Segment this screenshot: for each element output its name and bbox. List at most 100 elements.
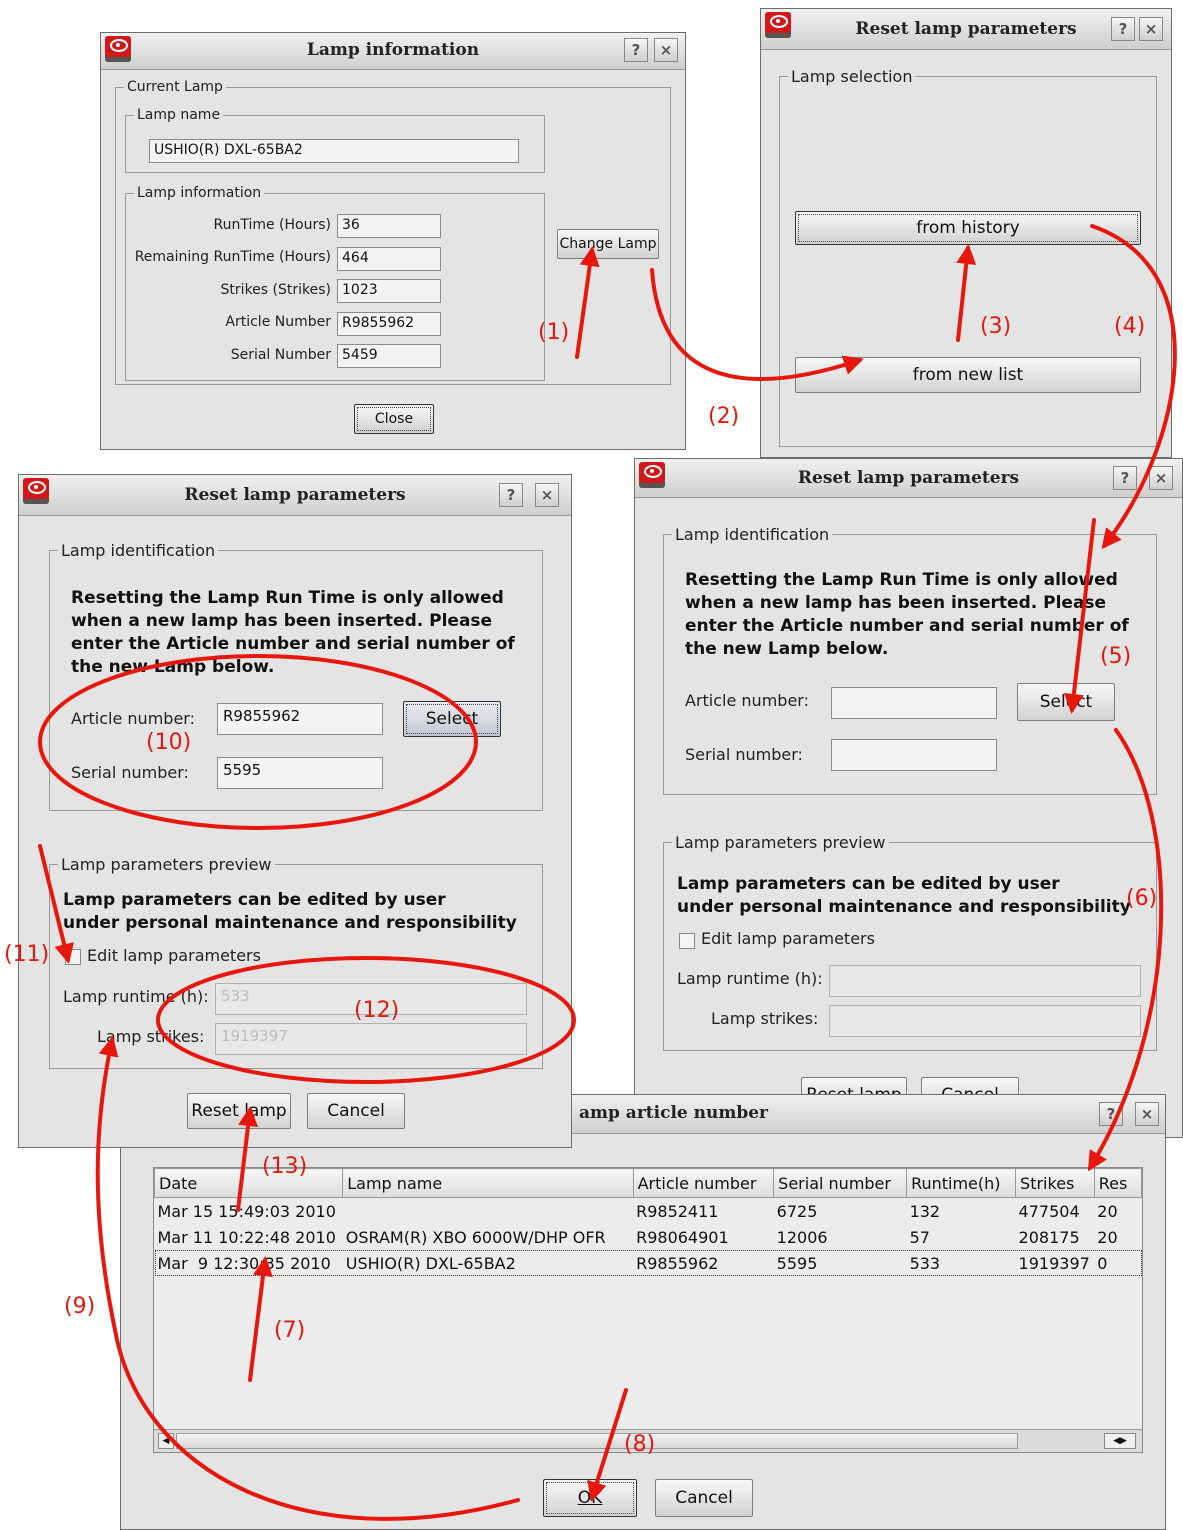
- lamp-selection-titlebar[interactable]: Reset lamp parameters ? ×: [761, 9, 1171, 50]
- scroll-arrows-icon[interactable]: ◀▶: [1104, 1433, 1136, 1449]
- reset-lamp-button[interactable]: Reset lamp: [187, 1093, 291, 1129]
- strikes-field[interactable]: 1023: [337, 279, 441, 303]
- lamp-information-titlebar[interactable]: Lamp information ? ×: [101, 33, 685, 70]
- dialog-title: amp article number: [579, 1103, 769, 1123]
- annotation-8: (8): [624, 1432, 656, 1457]
- lamp-name-field[interactable]: USHIO(R) DXL-65BA2: [149, 139, 519, 163]
- ok-button[interactable]: OK: [543, 1479, 637, 1517]
- edit-lamp-parameters-checkbox[interactable]: [65, 949, 81, 965]
- reset-right-titlebar[interactable]: Reset lamp parameters ? ×: [635, 459, 1182, 498]
- lamp-runtime-label: Lamp runtime (h):: [677, 969, 823, 988]
- annotation-2: (2): [708, 404, 740, 429]
- table-row[interactable]: Mar 11 10:22:48 2010 OSRAM(R) XBO 6000W/…: [155, 1224, 1142, 1250]
- serial-number-label: Serial Number: [230, 347, 331, 363]
- help-icon[interactable]: ?: [1113, 466, 1137, 490]
- help-icon[interactable]: ?: [1111, 17, 1135, 41]
- cell-lamp-name: OSRAM(R) XBO 6000W/DHP OFR: [345, 1227, 606, 1247]
- reset-left-titlebar[interactable]: Reset lamp parameters ? ×: [19, 475, 571, 516]
- column-header-runtime[interactable]: Runtime(h): [906, 1168, 1017, 1198]
- help-icon[interactable]: ?: [499, 483, 523, 507]
- help-icon[interactable]: ?: [1099, 1102, 1123, 1126]
- annotation-6: (6): [1126, 886, 1158, 911]
- remaining-runtime-field[interactable]: 464: [337, 247, 441, 271]
- annotation-12: (12): [354, 998, 400, 1023]
- remaining-runtime-label: Remaining RunTime (Hours): [134, 249, 331, 265]
- lamp-strikes-input[interactable]: [829, 1005, 1141, 1037]
- article-number-label: Article Number: [225, 314, 331, 330]
- column-header-lamp-name[interactable]: Lamp name: [342, 1168, 634, 1198]
- annotation-3: (3): [980, 314, 1012, 339]
- cell-article-number: R9855962: [636, 1253, 719, 1273]
- cell-strikes: 208175: [1018, 1227, 1080, 1247]
- annotation-11: (11): [4, 942, 50, 967]
- cell-runtime: 132: [909, 1201, 941, 1221]
- scroll-left-icon[interactable]: ◀: [158, 1433, 174, 1449]
- help-icon[interactable]: ?: [624, 38, 648, 62]
- column-header-res[interactable]: Res: [1093, 1168, 1142, 1198]
- edit-lamp-parameters-label: Edit lamp parameters: [87, 946, 261, 965]
- close-button[interactable]: Close: [354, 404, 434, 434]
- serial-number-input[interactable]: [831, 739, 997, 771]
- edit-lamp-parameters-checkbox[interactable]: [679, 933, 695, 949]
- serial-number-input[interactable]: 5595: [217, 757, 383, 789]
- lamp-selection-legend: Lamp selection: [791, 67, 913, 86]
- table-row[interactable]: Mar 15 15:49:03 2010 R9852411 6725 132 4…: [155, 1198, 1142, 1225]
- cell-strikes: 477504: [1018, 1201, 1080, 1221]
- runtime-label: RunTime (Hours): [213, 217, 332, 233]
- lamp-strikes-input[interactable]: 1919397: [215, 1023, 527, 1055]
- close-icon[interactable]: ×: [1149, 466, 1173, 490]
- reset-message: Resetting the Lamp Run Time is only allo…: [71, 588, 515, 677]
- lamp-strikes-label: Lamp strikes:: [711, 1009, 819, 1028]
- article-number-field[interactable]: R9855962: [337, 312, 441, 336]
- article-number-input[interactable]: R9855962: [217, 703, 383, 735]
- cell-res: 20: [1097, 1227, 1118, 1247]
- cell-runtime: 533: [909, 1253, 941, 1273]
- select-button[interactable]: Select: [1017, 683, 1115, 721]
- serial-number-field[interactable]: 5459: [337, 344, 441, 368]
- annotation-10: (10): [146, 730, 192, 755]
- annotation-4: (4): [1114, 314, 1146, 339]
- select-button[interactable]: Select: [403, 701, 501, 737]
- column-header-strikes[interactable]: Strikes: [1015, 1168, 1095, 1198]
- table-row-selected[interactable]: Mar 9 12:30:35 2010 USHIO(R) DXL-65BA2 R…: [154, 1250, 1142, 1276]
- lamp-runtime-label: Lamp runtime (h):: [63, 987, 209, 1006]
- preview-note-line-1: Lamp parameters can be edited by user: [63, 890, 446, 910]
- close-icon[interactable]: ×: [654, 38, 678, 62]
- article-number-input[interactable]: [831, 687, 997, 719]
- lamp-runtime-input[interactable]: [829, 965, 1141, 997]
- lamp-name-legend: Lamp name: [137, 107, 221, 123]
- cell-lamp-name: [343, 1198, 633, 1225]
- reset-lamp-dialog-left: Reset lamp parameters ? × Lamp identific…: [18, 474, 572, 1148]
- cell-date: Mar 15 15:49:03 2010: [157, 1201, 336, 1221]
- history-table: Date Lamp name Article number Serial num…: [154, 1168, 1142, 1276]
- lamp-information-dialog: Lamp information ? × Current Lamp Lamp n…: [100, 32, 686, 450]
- cancel-button[interactable]: Cancel: [307, 1093, 405, 1129]
- annotation-5: (5): [1100, 644, 1132, 669]
- from-new-list-button[interactable]: from new list: [795, 357, 1141, 393]
- column-header-serial-number[interactable]: Serial number: [773, 1168, 908, 1198]
- cell-res: 20: [1097, 1201, 1118, 1221]
- cell-article-number: R98064901: [636, 1227, 729, 1247]
- lamp-information-legend: Lamp information: [137, 185, 262, 201]
- cell-date: Mar 9 12:30:35 2010: [157, 1253, 331, 1273]
- preview-note-line-1: Lamp parameters can be edited by user: [677, 874, 1060, 894]
- scrollbar-thumb[interactable]: [176, 1433, 1018, 1449]
- column-header-date[interactable]: Date: [154, 1168, 344, 1198]
- lamp-identification-legend: Lamp identification: [61, 541, 216, 560]
- from-history-button[interactable]: from history: [795, 211, 1141, 245]
- close-icon[interactable]: ×: [1139, 17, 1163, 41]
- lamp-selection-dialog: Reset lamp parameters ? × Lamp selection…: [760, 8, 1172, 458]
- lamp-strikes-label: Lamp strikes:: [97, 1027, 205, 1046]
- column-header-article-number[interactable]: Article number: [632, 1168, 775, 1198]
- annotation-13: (13): [262, 1154, 308, 1179]
- preview-note-line-2: under personal maintenance and responsib…: [63, 913, 517, 933]
- cell-date: Mar 11 10:22:48 2010: [157, 1227, 336, 1247]
- close-icon[interactable]: ×: [1135, 1102, 1159, 1126]
- dialog-title: Reset lamp parameters: [797, 468, 1020, 488]
- annotation-1: (1): [538, 320, 570, 345]
- runtime-field[interactable]: 36: [337, 214, 441, 238]
- close-icon[interactable]: ×: [535, 483, 559, 507]
- change-lamp-button[interactable]: Change Lamp: [557, 229, 659, 259]
- cancel-button[interactable]: Cancel: [655, 1479, 753, 1517]
- preview-note-line-2: under personal maintenance and responsib…: [677, 897, 1131, 917]
